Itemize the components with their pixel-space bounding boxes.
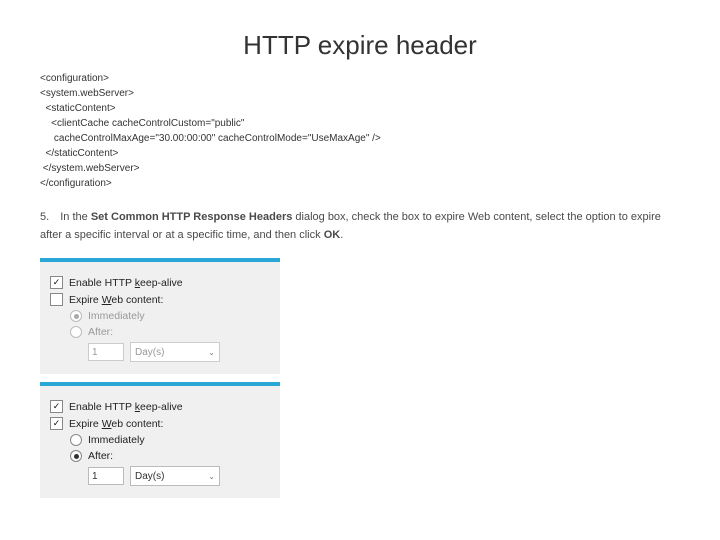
immediately-label-2: Immediately (88, 434, 145, 446)
after-unit-label-1: Day(s) (135, 347, 164, 358)
after-label-1: After: (88, 326, 113, 338)
after-value-input-1[interactable]: 1 (88, 343, 124, 361)
keepalive-checkbox-2[interactable] (50, 400, 63, 413)
keepalive-row-1: Enable HTTP keep-alive (50, 276, 270, 289)
expire-row-1: Expire Web content: (50, 293, 270, 306)
chevron-down-icon: ⌄ (208, 348, 215, 357)
after-unit-label-2: Day(s) (135, 471, 164, 482)
step-number: 5. (40, 211, 49, 223)
step-text-end: . (340, 229, 343, 241)
after-inputs-2: 1 Day(s) ⌄ (88, 466, 270, 486)
expire-checkbox-2[interactable] (50, 417, 63, 430)
chevron-down-icon: ⌄ (208, 472, 215, 481)
keepalive-row-2: Enable HTTP keep-alive (50, 400, 270, 413)
after-row-1: After: (70, 326, 270, 338)
after-value-input-2[interactable]: 1 (88, 467, 124, 485)
immediately-row-2: Immediately (70, 434, 270, 446)
keepalive-label-2: Enable HTTP keep-alive (69, 401, 183, 413)
immediately-radio-2[interactable] (70, 434, 82, 446)
immediately-label-1: Immediately (88, 310, 145, 322)
dialog-panel-1: Enable HTTP keep-alive Expire Web conten… (40, 258, 280, 374)
expire-label-1: Expire Web content: (69, 294, 163, 306)
dialog-panel-2: Enable HTTP keep-alive Expire Web conten… (40, 382, 280, 498)
after-unit-select-1[interactable]: Day(s) ⌄ (130, 342, 220, 362)
after-label-2: After: (88, 450, 113, 462)
immediately-row-1: Immediately (70, 310, 270, 322)
step-text-pre: In the (60, 211, 91, 223)
expire-row-2: Expire Web content: (50, 417, 270, 430)
immediately-radio-1[interactable] (70, 310, 82, 322)
expire-label-2: Expire Web content: (69, 418, 163, 430)
after-row-2: After: (70, 450, 270, 462)
after-inputs-1: 1 Day(s) ⌄ (88, 342, 270, 362)
step-instruction: 5. In the Set Common HTTP Response Heade… (40, 209, 680, 244)
expire-checkbox-1[interactable] (50, 293, 63, 306)
keepalive-checkbox-1[interactable] (50, 276, 63, 289)
after-unit-select-2[interactable]: Day(s) ⌄ (130, 466, 220, 486)
config-code: <configuration> <system.webServer> <stat… (40, 71, 680, 191)
after-radio-1[interactable] (70, 326, 82, 338)
step-bold-1: Set Common HTTP Response Headers (91, 211, 293, 223)
keepalive-label-1: Enable HTTP keep-alive (69, 277, 183, 289)
page-title: HTTP expire header (40, 30, 680, 61)
after-radio-2[interactable] (70, 450, 82, 462)
step-bold-2: OK (324, 229, 341, 241)
